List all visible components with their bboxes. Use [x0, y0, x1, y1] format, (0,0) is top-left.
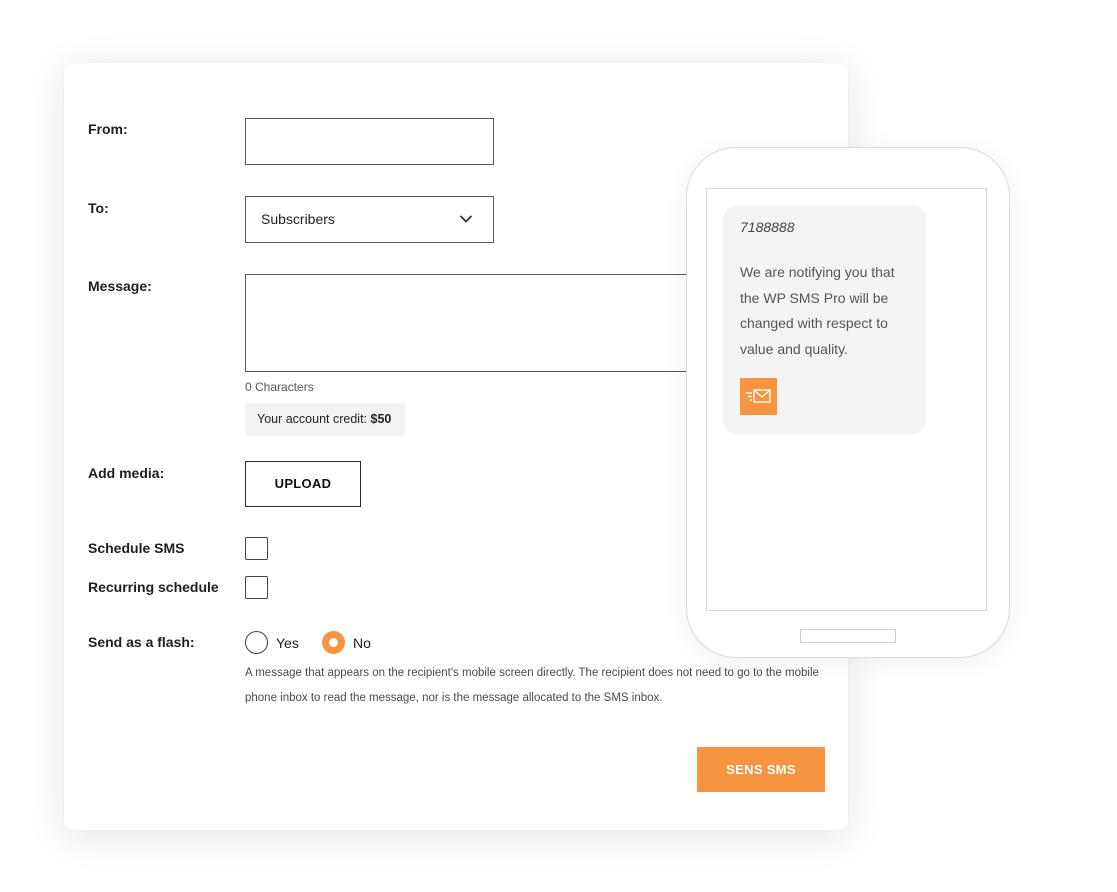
message-label: Message: — [88, 278, 152, 294]
schedule-sms-label: Schedule SMS — [88, 540, 185, 556]
phone-home-bar — [800, 629, 896, 643]
chevron-down-icon — [459, 212, 473, 231]
flash-no-label: No — [353, 635, 371, 651]
to-select[interactable]: Subscribers — [245, 196, 494, 243]
send-as-flash-label: Send as a flash: — [88, 634, 195, 650]
add-media-label: Add media: — [88, 465, 165, 481]
mail-icon — [740, 378, 777, 415]
flash-no-radio[interactable] — [322, 631, 345, 654]
credit-value: $50 — [370, 412, 392, 426]
send-sms-button[interactable]: SENS SMS — [697, 747, 825, 792]
message-textarea[interactable] — [245, 274, 715, 372]
from-label: From: — [88, 121, 128, 137]
flash-description: A message that appears on the recipient'… — [245, 667, 819, 704]
credit-label: Your account credit: — [257, 412, 368, 426]
flash-yes-radio[interactable] — [245, 631, 268, 654]
recurring-schedule-checkbox[interactable] — [245, 576, 268, 599]
schedule-sms-checkbox[interactable] — [245, 537, 268, 560]
character-count: 0 Characters — [245, 380, 314, 394]
to-selected-value: Subscribers — [261, 211, 335, 227]
upload-button[interactable]: UPLOAD — [245, 461, 361, 507]
sms-preview-text: We are notifying you that the WP SMS Pro… — [740, 264, 895, 357]
from-input[interactable] — [245, 118, 494, 165]
recurring-schedule-label: Recurring schedule — [88, 579, 219, 595]
to-label: To: — [88, 200, 109, 216]
sender-number: 7188888 — [740, 219, 795, 235]
flash-yes-label: Yes — [276, 635, 299, 651]
account-credit: Your account credit: $50 — [245, 403, 405, 436]
